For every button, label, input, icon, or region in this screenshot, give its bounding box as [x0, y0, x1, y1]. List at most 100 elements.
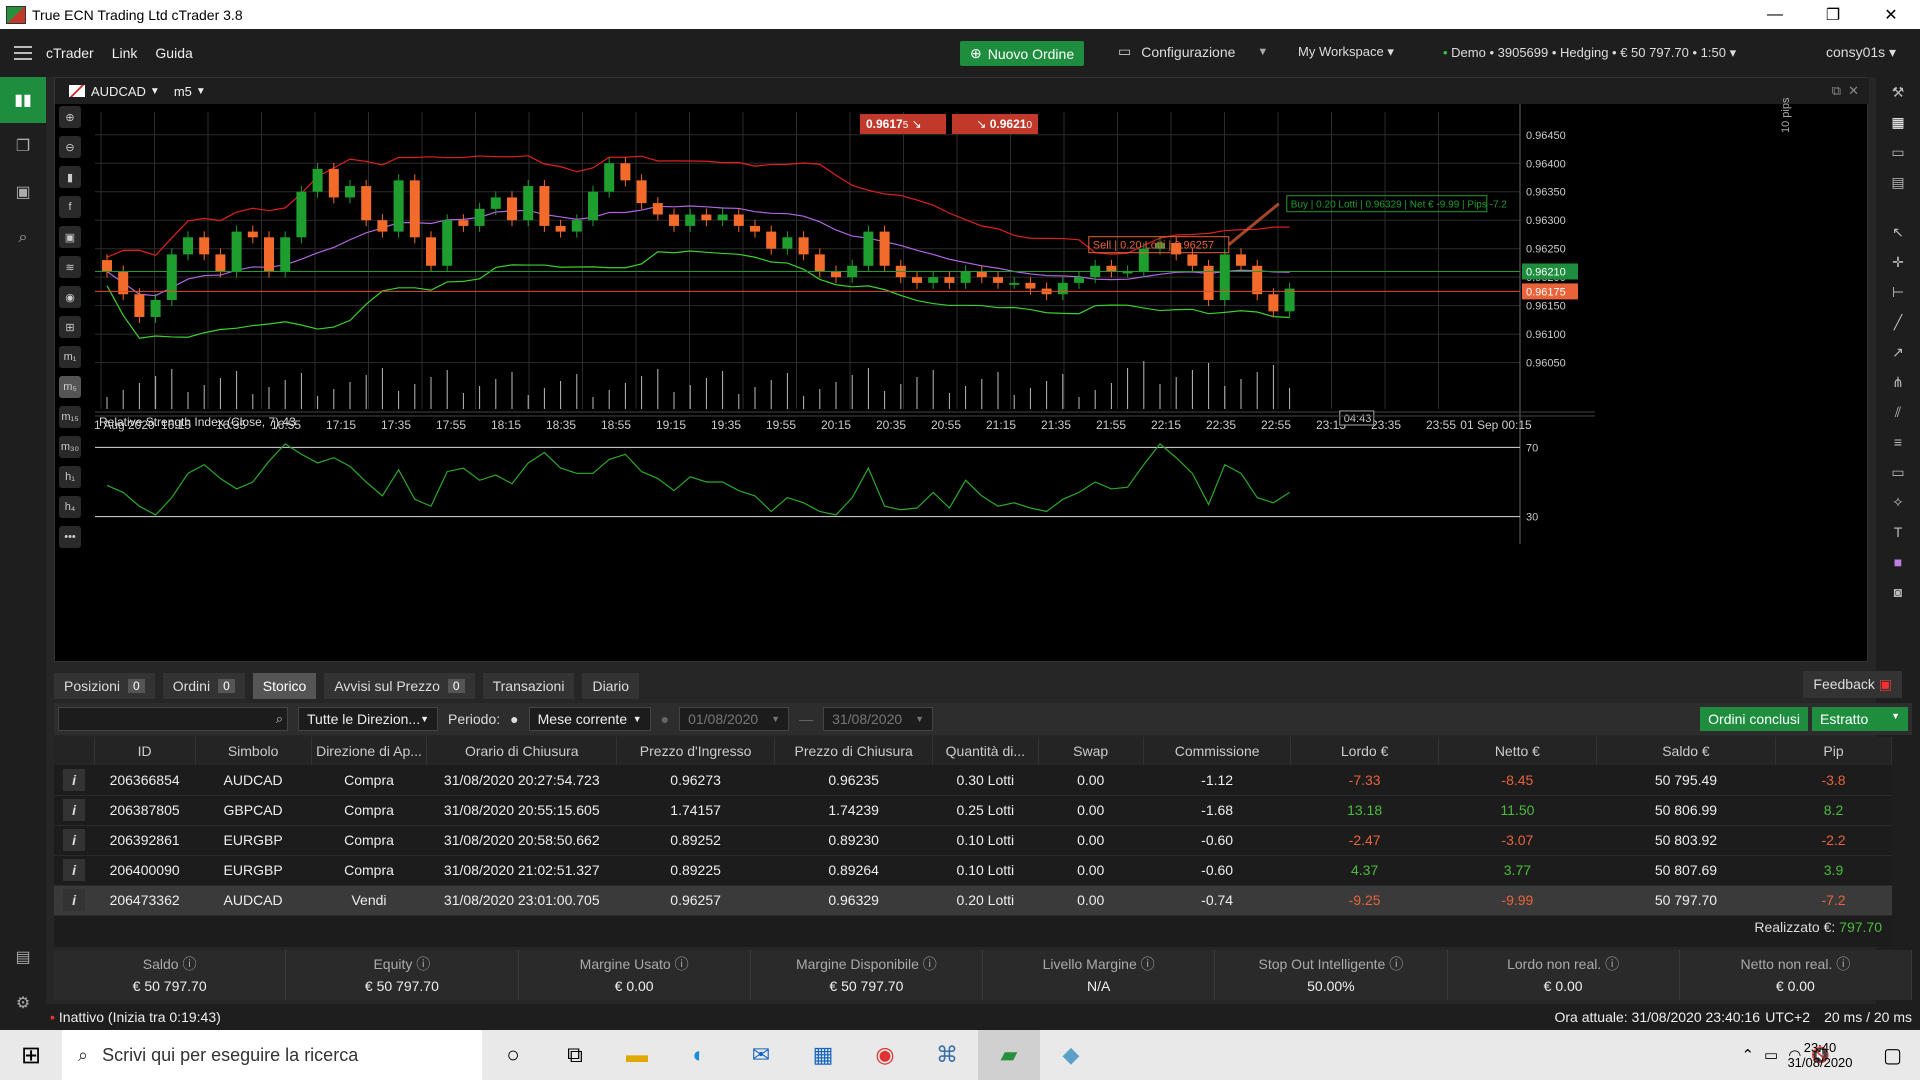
- cortana-icon[interactable]: ○: [482, 1030, 544, 1080]
- account-selector[interactable]: • Demo • 3905699 • Hedging • € 50 797.70…: [1443, 45, 1736, 61]
- column-header[interactable]: Quantità di...: [932, 737, 1039, 765]
- windows-start-icon[interactable]: ⊞: [0, 1030, 62, 1080]
- single-layout-icon[interactable]: ▭: [1876, 137, 1920, 167]
- chrome-icon[interactable]: ◉: [854, 1030, 916, 1080]
- detach-icon[interactable]: ⧉: [1832, 83, 1841, 99]
- column-header[interactable]: Netto €: [1438, 737, 1597, 765]
- edge-icon[interactable]: ◐: [668, 1030, 730, 1080]
- info-icon[interactable]: i: [63, 889, 86, 911]
- taskbar-search[interactable]: ⌕ Scrivi qui per eseguire la ricerca: [62, 1030, 482, 1080]
- clock[interactable]: 23:40 31/08/2020: [1780, 1040, 1860, 1070]
- timezone-select[interactable]: UTC+2: [1765, 1009, 1810, 1025]
- rectangle-icon[interactable]: ▭: [1876, 457, 1920, 487]
- mail-icon[interactable]: ✉: [730, 1030, 792, 1080]
- task-view-icon[interactable]: ⧉: [544, 1030, 606, 1080]
- app-task-icon[interactable]: ◆: [1040, 1030, 1102, 1080]
- symbol-select[interactable]: AUDCAD: [91, 84, 146, 99]
- info-icon[interactable]: i: [63, 859, 86, 881]
- timeframe-select[interactable]: m5: [174, 84, 192, 99]
- cursor-icon[interactable]: ↖: [1876, 217, 1920, 247]
- info-icon[interactable]: i: [63, 768, 86, 791]
- table-row[interactable]: i 206400090 EURGBP Compra 31/08/2020 21:02:5…: [54, 855, 1892, 886]
- column-header[interactable]: Pip: [1775, 737, 1892, 765]
- tf-m5[interactable]: m₅: [59, 376, 81, 398]
- crosshair-icon[interactable]: ✛: [1876, 247, 1920, 277]
- store-icon[interactable]: ▦: [792, 1030, 854, 1080]
- settings-gear-icon[interactable]: ⚙: [0, 980, 46, 1026]
- trade-nav-icon[interactable]: ▮▮: [0, 77, 46, 123]
- channel-icon[interactable]: ⫽: [1876, 397, 1920, 427]
- color-icon[interactable]: ■: [1876, 547, 1920, 577]
- column-header[interactable]: ID: [94, 737, 196, 765]
- pitchfork-icon[interactable]: ⋔: [1876, 367, 1920, 397]
- tf-h4[interactable]: h₄: [59, 496, 81, 518]
- period-radio[interactable]: ●: [510, 711, 518, 727]
- feedback-button[interactable]: Feedback ▣: [1803, 671, 1902, 698]
- camera-icon[interactable]: ◙: [1876, 577, 1920, 607]
- period-select[interactable]: Mese corrente ▼: [528, 707, 651, 731]
- date-from-select[interactable]: 01/08/2020 ▼: [679, 707, 790, 731]
- briefcase-icon[interactable]: ▤: [0, 934, 46, 980]
- tab-transazioni[interactable]: Transazioni: [482, 673, 575, 699]
- zoom-in-icon[interactable]: ⊕: [59, 106, 81, 128]
- column-header[interactable]: Saldo €: [1596, 737, 1777, 765]
- menu-guida[interactable]: Guida: [155, 45, 192, 61]
- extract-button[interactable]: Estratto ▼: [1812, 707, 1908, 731]
- fibonacci-icon[interactable]: ≡: [1876, 427, 1920, 457]
- tab-posizioni[interactable]: Posizioni 0: [54, 673, 155, 699]
- table-row[interactable]: i 206473362 AUDCAD Vendi 31/08/2020 23:01:00…: [54, 885, 1892, 916]
- split-layout-icon[interactable]: ▤: [1876, 167, 1920, 197]
- ray-icon[interactable]: ↗: [1876, 337, 1920, 367]
- date-to-select[interactable]: 31/08/2020 ▼: [823, 707, 934, 731]
- maximize-button[interactable]: ❐: [1804, 0, 1862, 29]
- search-input[interactable]: ⌕: [58, 707, 288, 731]
- tf-h1[interactable]: h₁: [59, 466, 81, 488]
- buy-price-button[interactable]: ↘ 0.96210: [952, 114, 1038, 134]
- python-icon[interactable]: ⌘: [916, 1030, 978, 1080]
- column-header[interactable]: Swap: [1038, 737, 1144, 765]
- grid-layout-icon[interactable]: ▦: [1876, 107, 1920, 137]
- copy-nav-icon[interactable]: ❐: [0, 123, 46, 169]
- direction-select[interactable]: Tutte le Direzion... ▼: [298, 707, 438, 731]
- shapes-icon[interactable]: ✧: [1876, 487, 1920, 517]
- sell-price-button[interactable]: 0.96175 ↘: [860, 114, 946, 134]
- table-row[interactable]: i 206392861 EURGBP Compra 31/08/2020 20:58:5…: [54, 825, 1892, 856]
- chart-panel[interactable]: AUDCAD ▼ m5 ▼ ⧉ ✕ ⊕ ⊖ ▮ f ▣ ≋ ◉ ⊞ m₁ m₅ m₁…: [54, 77, 1869, 664]
- file-explorer-icon[interactable]: ▬: [606, 1030, 668, 1080]
- tf-m1[interactable]: m₁: [59, 346, 81, 368]
- info-icon[interactable]: i: [63, 829, 86, 851]
- more-icon[interactable]: •••: [59, 526, 81, 548]
- automate-nav-icon[interactable]: ▣: [0, 169, 46, 215]
- price-chart[interactable]: 0.96450 0.96400 0.96350 0.96300 0.96250 0.962…: [95, 104, 1595, 664]
- user-menu[interactable]: consy01s ▾: [1826, 44, 1896, 61]
- analyze-nav-icon[interactable]: ⌕: [0, 215, 46, 261]
- menu-link[interactable]: Link: [112, 45, 138, 61]
- chart-close-icon[interactable]: ✕: [1848, 83, 1859, 99]
- column-header[interactable]: Commissione: [1143, 737, 1292, 765]
- tab-avvisi[interactable]: Avvisi sul Prezzo 0: [324, 673, 475, 699]
- chart-type-icon[interactable]: ▮: [59, 166, 81, 188]
- text-icon[interactable]: T: [1876, 517, 1920, 547]
- ctrader-task-icon[interactable]: ▰: [978, 1030, 1040, 1080]
- column-header[interactable]: Prezzo d'Ingresso: [616, 737, 776, 765]
- custom-range-radio[interactable]: ●: [661, 711, 669, 727]
- column-header[interactable]: Direzione di Ap...: [311, 737, 428, 765]
- trendline-icon[interactable]: ╱: [1876, 307, 1920, 337]
- info-icon[interactable]: i: [63, 799, 86, 821]
- chart-settings-icon[interactable]: ⚒: [1876, 77, 1920, 107]
- tf-m15[interactable]: m₁₅: [59, 406, 81, 428]
- closed-orders-button[interactable]: Ordini conclusi: [1700, 707, 1808, 731]
- new-order-button[interactable]: ⊕ Nuovo Ordine: [960, 41, 1085, 66]
- hamburger-menu-icon[interactable]: [0, 29, 46, 77]
- tab-ordini[interactable]: Ordini 0: [162, 673, 245, 699]
- line-add-icon[interactable]: ⊢: [1876, 277, 1920, 307]
- configuration-menu[interactable]: ▭ Configurazione ▼: [1118, 43, 1268, 60]
- table-row[interactable]: i 206387805 GBPCAD Compra 31/08/2020 20:55:1…: [54, 795, 1892, 826]
- template-icon[interactable]: ⊞: [59, 316, 81, 338]
- notification-icon[interactable]: ▢: [1883, 1043, 1902, 1068]
- layers-icon[interactable]: ≋: [59, 256, 81, 278]
- tf-m30[interactable]: m₃₀: [59, 436, 81, 458]
- tab-storico[interactable]: Storico: [252, 673, 317, 699]
- tab-diario[interactable]: Diario: [582, 673, 640, 699]
- column-header[interactable]: Orario di Chiusura: [426, 737, 618, 765]
